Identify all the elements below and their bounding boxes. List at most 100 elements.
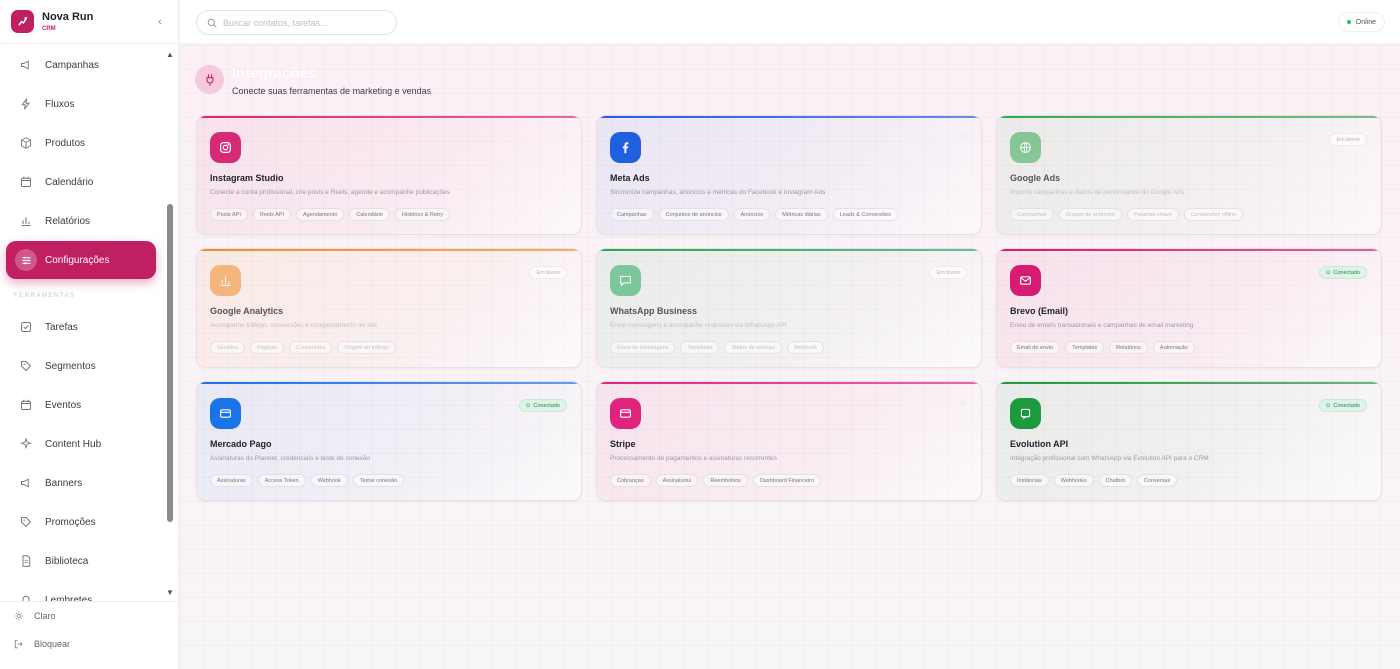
sidebar-item-sliders[interactable]: Configurações (6, 241, 156, 279)
integration-card[interactable]: ☆ Meta Ads Sincronize campanhas, anúncios … (596, 115, 982, 235)
theme-label: Claro (34, 611, 56, 621)
sidebar-tool-item[interactable]: Biblioteca (6, 543, 156, 579)
sidebar-item-label: Tarefas (45, 321, 78, 333)
brand-header: Nova Run CRM ‹ (0, 0, 178, 44)
main-content: Integrações Conecte suas ferramentas de … (180, 45, 1400, 669)
feature-tag: Reembolsos (703, 474, 748, 487)
sidebar-tool-item[interactable]: Segmentos (6, 348, 156, 384)
tag-icon (19, 515, 33, 529)
card-tags: Cobranças Assinaturas Reembolsos Dashboard … (610, 474, 822, 487)
search-input[interactable] (223, 17, 383, 28)
sidebar-scrollbar[interactable]: ▲ ▼ (166, 50, 174, 598)
feature-tag: Webhook (310, 474, 348, 487)
sidebar-tool-item[interactable]: Promoções (6, 504, 156, 540)
card-tags: Instâncias Webhooks Chatbot Conversas (1010, 474, 1178, 487)
brand-name: Nova Run (42, 10, 94, 23)
feature-tag: Conversões offline (1183, 208, 1244, 221)
scroll-up-arrow-icon[interactable]: ▲ (166, 50, 174, 59)
calendar-icon (19, 398, 33, 412)
box-icon (19, 136, 33, 150)
sidebar-tool-item[interactable]: Content Hub (6, 426, 156, 462)
integration-card[interactable]: ☆ Instagram Studio Conecte a conta profiss… (196, 115, 582, 235)
checkbox-icon (19, 320, 33, 334)
card-description: Importe campanhas e dados de performance… (1010, 189, 1185, 196)
brand-logo[interactable] (11, 10, 34, 33)
card-tags: Posts API Reels API Agendamento Calendário H… (210, 208, 451, 221)
lock-button[interactable]: Bloquear (0, 630, 179, 658)
integration-card[interactable]: Em breve WhatsApp Business Envie mensagens… (596, 248, 982, 368)
run-icon (18, 16, 28, 26)
sidebar-item-label: Produtos (45, 137, 86, 149)
sparkle-icon (19, 437, 33, 451)
feature-tag: Cobranças (610, 474, 651, 487)
megaphone-icon (19, 476, 33, 490)
lock-label: Bloquear (34, 639, 71, 649)
sidebar-item-megaphone[interactable]: Campanhas (6, 47, 156, 83)
sidebar-item-label: Relatórios (45, 215, 91, 227)
feature-tag: Campanhas (1010, 208, 1054, 221)
feature-tag: Leads & Conversões (832, 208, 898, 221)
scroll-down-arrow-icon[interactable]: ▼ (166, 588, 174, 597)
feature-tag: Relatórios (1109, 341, 1148, 354)
check-circle-icon: ⊙ (1325, 269, 1331, 276)
card-tags: Sessões Páginas Conversões Origem do tráfeg… (210, 341, 396, 354)
sidebar-item-label: Eventos (45, 399, 82, 411)
topbar: Online (180, 0, 1400, 44)
sidebar-item-label: Content Hub (45, 438, 102, 450)
integration-card[interactable]: ☆ Stripe Processamento de pagamentos e ass… (596, 381, 982, 501)
card-accent-line (197, 249, 581, 251)
card-tags: Campanhas Grupos de anúncios Palavras-chav… (1010, 208, 1244, 221)
feature-tag: Templates (1065, 341, 1105, 354)
star-icon[interactable]: ☆ (959, 131, 967, 142)
feature-tag: Origem do tráfego (337, 341, 396, 354)
theme-toggle[interactable]: Claro (0, 602, 179, 630)
integration-card[interactable]: Em breve Google Ads Importe campanhas e da… (996, 115, 1382, 235)
online-status-badge: Online (1337, 12, 1385, 32)
card-accent-line (997, 382, 1381, 384)
sidebar-item-label: Campanhas (45, 59, 99, 71)
card-tags: Assinaturas Access Token Webhook Testar con… (210, 474, 405, 487)
card-title: WhatsApp Business (610, 306, 698, 316)
page-title: Integrações (232, 65, 317, 82)
integration-card[interactable]: Em breve Google Analytics Acompanhe tráfeg… (196, 248, 582, 368)
status-text: Online (1355, 18, 1376, 26)
feature-tag: Páginas (250, 341, 284, 354)
sidebar-tool-item[interactable]: Banners (6, 465, 156, 501)
star-icon[interactable]: ☆ (559, 131, 567, 142)
card-title: Evolution API (1010, 439, 1069, 449)
sidebar-item-zap[interactable]: Fluxos (6, 86, 156, 122)
sidebar-item-label: Fluxos (45, 98, 75, 110)
feature-tag: Reels API (252, 208, 292, 221)
card-description: Integração profissional com WhatsApp via… (1010, 455, 1209, 462)
feature-tag: Assinaturas (655, 474, 699, 487)
coming-soon-badge: Em breve (929, 266, 967, 279)
badge-label: Em breve (1336, 136, 1360, 143)
sun-icon (14, 611, 26, 621)
feature-tag: Calendário (349, 208, 390, 221)
sidebar-tool-item[interactable]: Tarefas (6, 309, 156, 345)
chat-square-icon (1010, 398, 1041, 429)
scroll-thumb[interactable] (167, 204, 173, 522)
integration-card[interactable]: ⊙ Conectado Mercado Pago Assinaturas do Pla… (196, 381, 582, 501)
tag-icon (19, 359, 33, 373)
bar-chart-icon (210, 265, 241, 296)
card-accent-line (597, 382, 981, 384)
plug-icon (195, 65, 224, 94)
feature-tag: Métricas diárias (775, 208, 828, 221)
file-icon (19, 554, 33, 568)
sidebar-tool-item[interactable]: Eventos (6, 387, 156, 423)
logout-icon (14, 639, 26, 649)
sidebar-item-bar-chart[interactable]: Relatórios (6, 203, 156, 239)
search-box[interactable] (196, 10, 397, 35)
integration-card[interactable]: ⊙ Conectado Evolution API Integração profis… (996, 381, 1382, 501)
card-description: Sincronize campanhas, anúncios e métrica… (610, 189, 826, 196)
feature-tag: Anúncios (733, 208, 771, 221)
sidebar-tool-item[interactable]: Lembretes (6, 582, 156, 601)
sidebar-item-label: Configurações (45, 254, 110, 266)
connected-badge: ⊙ Conectado (1318, 399, 1367, 412)
integration-card[interactable]: ⊙ Conectado Brevo (Email) Envio de emails t… (996, 248, 1382, 368)
star-icon[interactable]: ☆ (959, 397, 967, 408)
sidebar-item-box[interactable]: Produtos (6, 125, 156, 161)
sidebar-item-calendar[interactable]: Calendário (6, 164, 156, 200)
collapse-sidebar-button[interactable]: ‹ (153, 16, 167, 28)
